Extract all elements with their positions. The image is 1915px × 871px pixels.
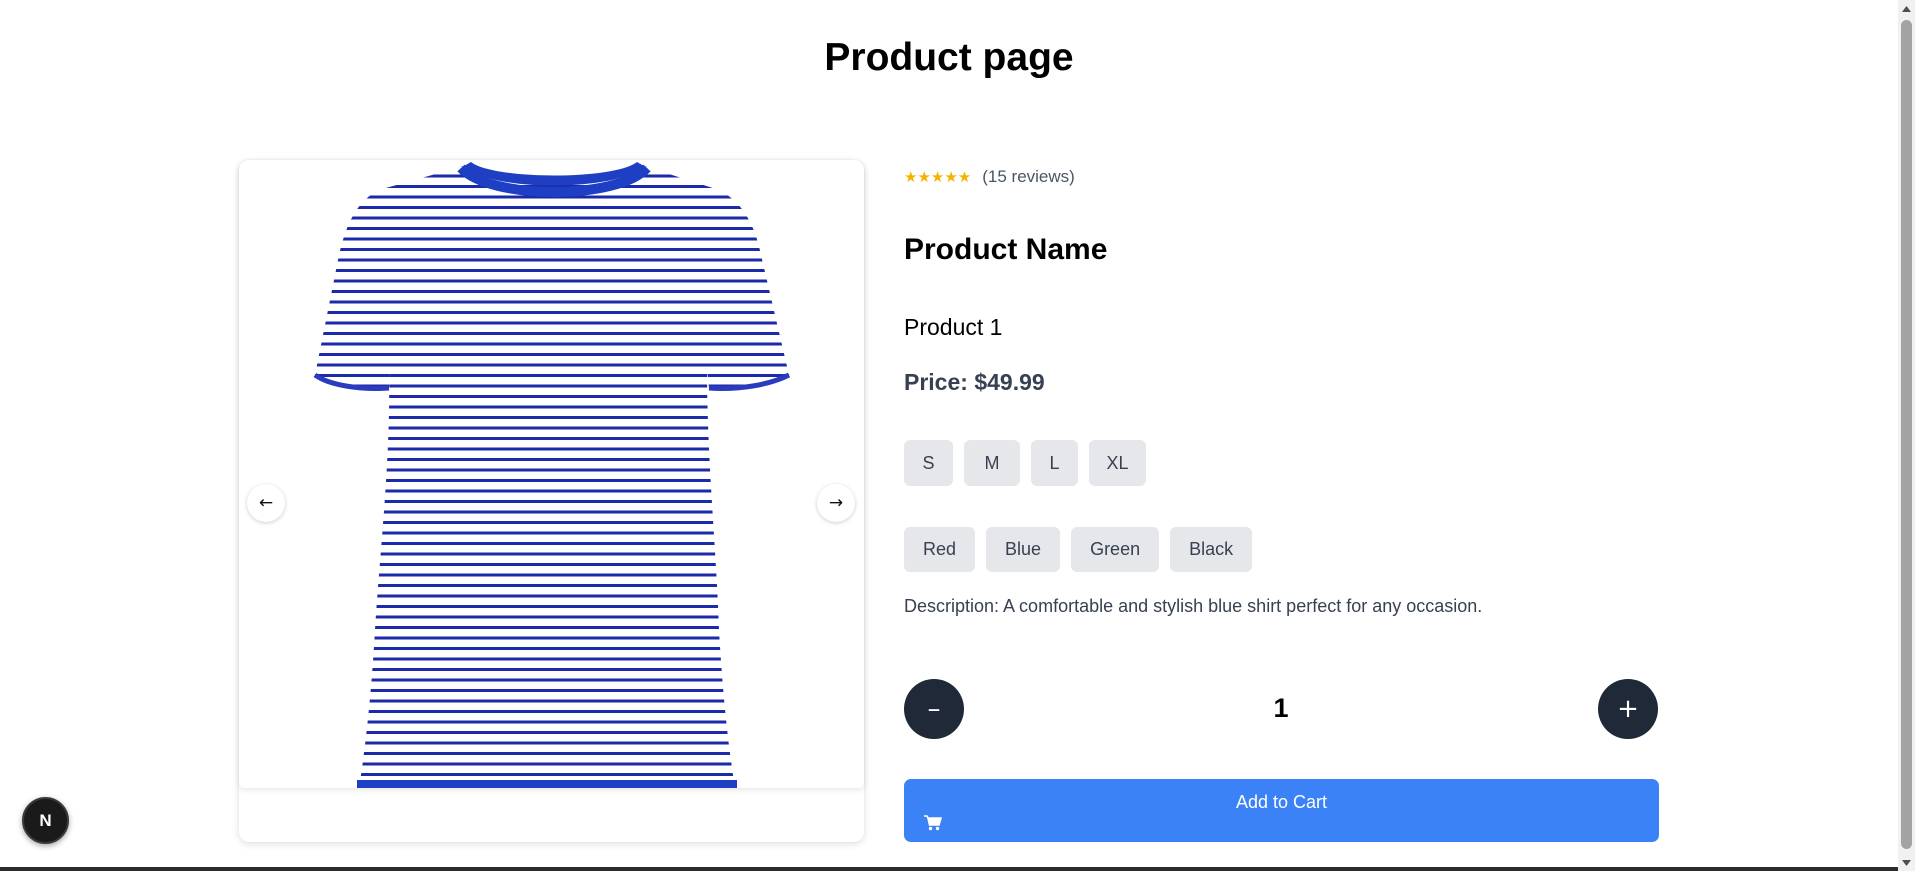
product-page: Product page ← → ★★★★★ (15 reviews) Prod… — [0, 0, 1915, 871]
window-bottom-edge — [0, 867, 1898, 871]
product-description: Description: A comfortable and stylish b… — [904, 596, 1483, 616]
add-to-cart-label: Add to Cart — [1235, 792, 1328, 812]
size-option-l[interactable]: L — [1031, 440, 1078, 486]
scroll-up-arrow-icon[interactable] — [1898, 0, 1915, 17]
nextjs-devtools-button[interactable]: N — [22, 797, 69, 844]
add-to-cart-button[interactable]: Add to Cart — [904, 779, 1659, 842]
size-option-xl[interactable]: XL — [1089, 440, 1146, 486]
color-option-green[interactable]: Green — [1071, 527, 1160, 572]
product-heading: Product Name — [904, 233, 1108, 266]
product-price: Price: $49.99 — [904, 369, 1045, 395]
size-option-s[interactable]: S — [904, 440, 953, 486]
scrollbar-thumb[interactable] — [1901, 20, 1912, 849]
color-option-black[interactable]: Black — [1170, 527, 1253, 572]
scroll-down-arrow-icon[interactable] — [1898, 854, 1915, 871]
product-image — [239, 160, 864, 788]
color-option-red[interactable]: Red — [904, 527, 976, 572]
page-title: Product page — [824, 36, 1074, 79]
quantity-value: 1 — [1273, 693, 1289, 723]
cart-icon — [924, 815, 943, 836]
striped-tshirt-image — [239, 160, 864, 788]
increase-quantity-button[interactable]: + — [1598, 679, 1658, 739]
product-name: Product 1 — [904, 314, 1003, 340]
product-rating: ★★★★★ (15 reviews) — [904, 167, 1075, 187]
color-options: Red Blue Green Black — [904, 527, 1263, 572]
previous-image-button[interactable]: ← — [247, 484, 285, 522]
size-options: S M L XL — [904, 440, 1157, 486]
decrease-quantity-button[interactable]: – — [904, 679, 964, 739]
next-image-button[interactable]: → — [817, 484, 855, 522]
color-option-blue[interactable]: Blue — [986, 527, 1061, 572]
rating-stars-icon: ★★★★★ — [904, 168, 972, 186]
size-option-m[interactable]: M — [964, 440, 1020, 486]
reviews-count: (15 reviews) — [982, 167, 1075, 186]
vertical-scrollbar[interactable] — [1898, 0, 1915, 871]
